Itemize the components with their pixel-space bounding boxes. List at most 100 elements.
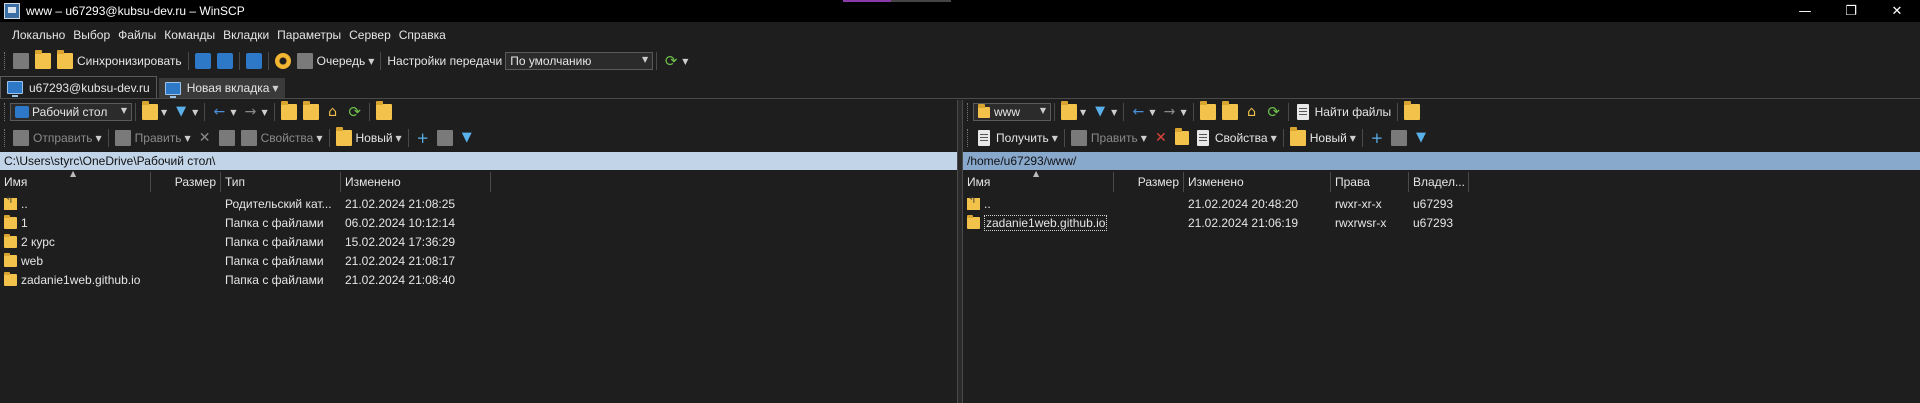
root-folder-icon: [1221, 101, 1238, 120]
local-new-button[interactable]: Новый ▼: [333, 127, 405, 149]
tab-new[interactable]: Новая вкладка ▼: [158, 78, 285, 98]
col-name[interactable]: Имя ▲: [963, 169, 1114, 192]
edit-icon: [114, 130, 131, 146]
modified-text: 21.02.2024 21:08:40: [345, 272, 456, 287]
chevron-down-icon: ▼: [1180, 107, 1187, 117]
local-properties-button[interactable]: Свойства ▼: [238, 127, 326, 149]
chevron-down-icon: ▼: [395, 133, 402, 143]
remote-refresh-button[interactable]: ⟳: [1263, 101, 1285, 123]
menu-files[interactable]: Файлы: [114, 24, 160, 46]
col-modified[interactable]: Изменено: [341, 172, 491, 192]
menu-help[interactable]: Справка: [395, 24, 450, 46]
file-row[interactable]: .. 21.02.2024 20:48:20 rwxr-xr-x u67293: [963, 194, 1469, 213]
name-text: 2 курс: [21, 234, 55, 249]
menu-server[interactable]: Сервер: [345, 24, 395, 46]
remote-root-dir-button[interactable]: [1219, 101, 1241, 123]
remote-unselect-button[interactable]: [1388, 127, 1410, 149]
remote-edit-button[interactable]: Править ▼: [1068, 127, 1150, 149]
local-forward-button[interactable]: → ▼: [239, 101, 270, 123]
toolbar-separator: [656, 52, 658, 70]
remote-path-bar[interactable]: /home/u67293/www/: [963, 152, 1920, 170]
menu-options[interactable]: Параметры: [273, 24, 345, 46]
remote-tree-toggle-button[interactable]: [1401, 101, 1423, 123]
chevron-down-icon: ▼: [1349, 133, 1356, 143]
local-delete-button[interactable]: ✕: [194, 127, 216, 149]
putty-button[interactable]: [214, 50, 236, 72]
open-terminal-button[interactable]: [192, 50, 214, 72]
col-name[interactable]: Имя ▲: [0, 169, 151, 192]
local-refresh-button[interactable]: ⟳: [344, 101, 366, 123]
remote-properties-button[interactable]: Свойства ▼: [1192, 127, 1280, 149]
col-owner[interactable]: Владел...: [1409, 172, 1469, 192]
synchronize-button[interactable]: Синхронизировать: [54, 50, 185, 72]
minus-icon: [1390, 130, 1407, 146]
col-size[interactable]: Размер: [1114, 172, 1184, 192]
remote-select-all-button[interactable]: +: [1366, 127, 1388, 149]
local-open-folder-button[interactable]: ▼: [139, 101, 170, 123]
find-files-button[interactable]: Найти файлы: [1292, 101, 1394, 123]
col-type[interactable]: Тип: [221, 172, 341, 192]
preferences-button[interactable]: [272, 50, 294, 72]
remote-home-button[interactable]: ⌂: [1241, 101, 1263, 123]
tab-session[interactable]: u67293@kubsu-dev.ru: [0, 76, 157, 98]
menu-commands[interactable]: Команды: [160, 24, 219, 46]
local-parent-dir-button[interactable]: [278, 101, 300, 123]
local-root-dir-button[interactable]: [300, 101, 322, 123]
restore-button[interactable]: ❐: [1828, 0, 1874, 22]
local-select-all-button[interactable]: +: [412, 127, 434, 149]
file-row[interactable]: web Папка с файлами 21.02.2024 21:08:17: [0, 251, 491, 270]
modified-text: 21.02.2024 21:06:19: [1188, 215, 1299, 230]
remote-location-select[interactable]: www ▼: [973, 103, 1051, 121]
chevron-down-icon: ▼: [272, 83, 279, 93]
col-rights[interactable]: Права: [1331, 172, 1409, 192]
menu-local[interactable]: Локально: [8, 24, 69, 46]
transfer-settings-select[interactable]: По умолчанию ▼: [505, 52, 654, 70]
file-row[interactable]: 1 Папка с файлами 06.02.2024 10:12:14: [0, 213, 491, 232]
local-filter-select-button[interactable]: ▼: [456, 127, 478, 149]
chevron-down-icon: ▼: [642, 55, 649, 64]
close-button[interactable]: ✕: [1874, 0, 1920, 22]
remote-forward-button[interactable]: → ▼: [1158, 101, 1189, 123]
local-location-select[interactable]: Рабочий стол ▼: [10, 103, 132, 121]
remote-filter-button[interactable]: ▼ ▼: [1089, 101, 1120, 123]
cell-name: zadanie1web.github.io: [0, 270, 151, 289]
minimize-button[interactable]: —: [1782, 0, 1828, 22]
chevron-down-icon: ▼: [1051, 133, 1058, 143]
window-title: www – u67293@kubsu-dev.ru – WinSCP: [26, 4, 245, 18]
local-home-button[interactable]: ⌂: [322, 101, 344, 123]
remote-filter-select-button[interactable]: ▼: [1410, 127, 1432, 149]
file-row[interactable]: zadanie1web.github.io Папка с файлами 21.0…: [0, 270, 491, 289]
remote-back-button[interactable]: ← ▼: [1127, 101, 1158, 123]
col-size[interactable]: Размер: [151, 172, 221, 192]
file-row[interactable]: zadanie1web.github.io 21.02.2024 21:06:19…: [963, 213, 1469, 232]
queue-button[interactable]: Очередь ▼: [294, 50, 378, 72]
cell-modified: 06.02.2024 10:12:14: [341, 213, 491, 232]
compare-directories-button[interactable]: [32, 50, 54, 72]
command-prompt-button[interactable]: [10, 50, 32, 72]
remote-open-folder-button[interactable]: ▼: [1058, 101, 1089, 123]
remote-download-button[interactable]: Получить ▼: [973, 127, 1061, 149]
menu-select[interactable]: Выбор: [69, 24, 114, 46]
sessions-button[interactable]: [243, 50, 265, 72]
file-row[interactable]: 2 курс Папка с файлами 15.02.2024 17:36:29: [0, 232, 491, 251]
col-modified[interactable]: Изменено: [1184, 172, 1331, 192]
cell-size: [151, 251, 221, 270]
type-text: Папка с файлами: [225, 234, 324, 249]
remote-delete-button[interactable]: ✕: [1150, 127, 1172, 149]
reconnect-button[interactable]: ⟳ ▼: [660, 50, 691, 72]
folder-icon: [4, 233, 17, 248]
remote-parent-dir-button[interactable]: [1197, 101, 1219, 123]
local-back-button[interactable]: ← ▼: [208, 101, 239, 123]
title-accent-secondary: [891, 0, 951, 2]
local-unselect-button[interactable]: [434, 127, 456, 149]
local-rename-button[interactable]: [216, 127, 238, 149]
remote-new-button[interactable]: Новый ▼: [1287, 127, 1359, 149]
menu-tabs[interactable]: Вкладки: [219, 24, 273, 46]
local-filter-button[interactable]: ▼ ▼: [170, 101, 201, 123]
local-tree-toggle-button[interactable]: [373, 101, 395, 123]
remote-rename-button[interactable]: [1172, 127, 1192, 149]
local-path-bar[interactable]: C:\Users\styrc\OneDrive\Рабочий стол\: [0, 152, 957, 170]
file-row[interactable]: .. Родительский кат... 21.02.2024 21:08:25: [0, 194, 491, 213]
local-upload-button[interactable]: Отправить ▼: [10, 127, 105, 149]
local-edit-button[interactable]: Править ▼: [112, 127, 194, 149]
